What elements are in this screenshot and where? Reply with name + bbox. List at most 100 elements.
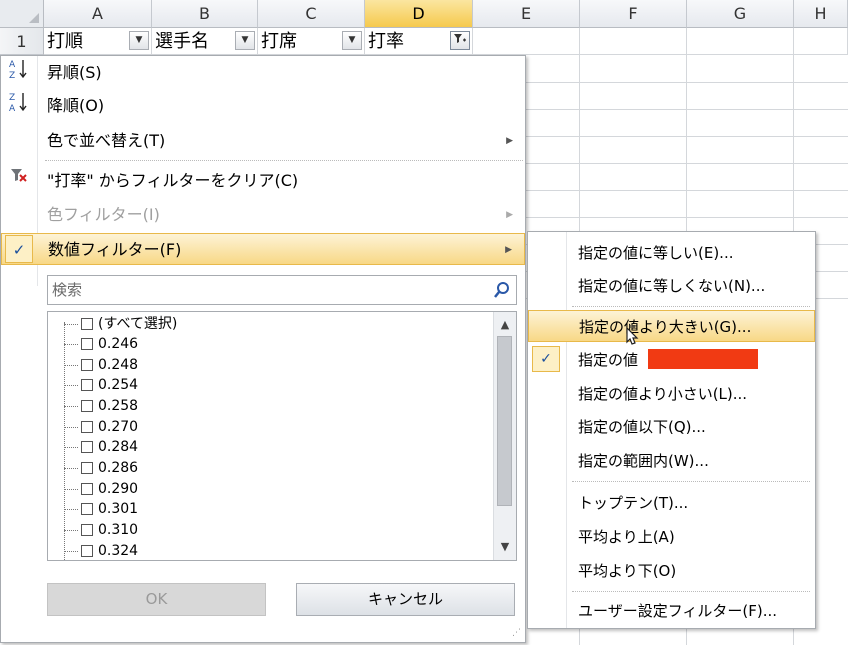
submenu-arrow-icon: ▶ (506, 136, 513, 146)
list-item[interactable]: 0.254 (64, 375, 138, 395)
svg-text:A: A (9, 104, 16, 114)
submenu-item-below-average[interactable]: 平均より下(O) (528, 555, 815, 587)
list-item-label: 0.270 (98, 419, 139, 435)
svg-text:A: A (9, 60, 16, 70)
submenu-item-above-average[interactable]: 平均より上(A) (528, 521, 815, 553)
checkbox[interactable] (81, 359, 93, 371)
submenu-item-greater-than[interactable]: 指定の値より大きい(G)... (528, 310, 815, 342)
cell-e1[interactable] (473, 28, 580, 55)
checkbox[interactable] (81, 421, 93, 433)
list-item-label: 0.301 (98, 501, 139, 517)
menu-item-number-filter[interactable]: ✓ 数値フィルター(F) ▶ (1, 233, 525, 265)
column-header-h[interactable]: H (794, 0, 848, 28)
list-item[interactable]: 0.290 (64, 479, 138, 499)
list-item[interactable]: 0.324 (64, 541, 139, 560)
scrollbar-thumb[interactable] (497, 336, 512, 506)
list-scrollbar[interactable]: ▲ ▼ (493, 312, 516, 560)
header-text-player-name: 選手名 (155, 31, 209, 52)
column-header-c[interactable]: C (258, 0, 365, 28)
mouse-cursor-icon (626, 324, 639, 345)
cell-g1[interactable] (687, 28, 794, 55)
list-item[interactable]: 0.301 (64, 499, 138, 519)
list-item-select-all[interactable]: (すべて選択) (64, 314, 177, 334)
row-header-1[interactable]: 1 (0, 28, 44, 55)
submenu-item-custom-filter[interactable]: ユーザー設定フィルター(F)... (528, 595, 815, 627)
list-item[interactable]: 0.270 (64, 417, 138, 437)
column-header-b[interactable]: B (152, 0, 258, 28)
submenu-item-not-equals[interactable]: 指定の値に等しくない(N)... (528, 270, 815, 302)
menu-item-sort-descending[interactable]: ZA 降順(O) (1, 90, 525, 122)
cell-f1[interactable] (580, 28, 687, 55)
cancel-button[interactable]: キャンセル (296, 583, 515, 616)
header-cell-d[interactable]: 打率 (365, 28, 473, 55)
menu-label: 色フィルター(I) (47, 205, 160, 224)
menu-separator (45, 160, 523, 161)
list-item[interactable]: 0.258 (64, 396, 138, 416)
list-item-label: 0.246 (98, 336, 139, 352)
filter-dropdown-a[interactable]: ▼ (129, 31, 149, 50)
menu-item-color-filter[interactable]: 色フィルター(I) ▶ (1, 199, 525, 231)
list-item-label: 0.324 (98, 543, 139, 559)
number-filter-submenu: 指定の値に等しい(E)... 指定の値に等しくない(N)... 指定の値より大き… (527, 231, 816, 629)
list-item-label: 0.310 (98, 522, 139, 538)
checkbox[interactable] (81, 524, 93, 536)
search-input[interactable]: 検索 (47, 275, 517, 305)
checkbox[interactable] (81, 483, 93, 495)
sort-descending-icon: ZA (5, 90, 33, 122)
menu-label: 降順(O) (47, 96, 105, 115)
scroll-down-icon[interactable]: ▼ (494, 536, 516, 558)
submenu-separator (572, 306, 810, 307)
header-cell-b[interactable]: 選手名 ▼ (152, 28, 258, 55)
checkbox[interactable] (81, 400, 93, 412)
menu-item-sort-by-color[interactable]: 色で並べ替え(T) ▶ (1, 125, 525, 157)
menu-item-sort-ascending[interactable]: AZ 昇順(S) (1, 57, 525, 89)
ok-button[interactable]: OK (47, 583, 266, 616)
list-item-label: 0.290 (98, 481, 139, 497)
list-item[interactable]: 0.310 (64, 520, 138, 540)
checkbox[interactable] (81, 441, 93, 453)
submenu-item-less-or-equal[interactable]: 指定の値以下(Q)... (528, 411, 815, 443)
checkbox[interactable] (81, 338, 93, 350)
list-item[interactable]: 0.284 (64, 437, 138, 457)
redaction-box (648, 349, 758, 369)
autofilter-menu: AZ 昇順(S) ZA 降順(O) 色で並べ替え(T) ▶ "打率" からフィル… (0, 55, 526, 643)
list-item-label: 0.284 (98, 439, 139, 455)
submenu-item-equals[interactable]: 指定の値に等しい(E)... (528, 237, 815, 269)
filter-active-icon[interactable] (450, 31, 470, 50)
cell-h1[interactable] (794, 28, 848, 55)
filter-dropdown-b[interactable]: ▼ (235, 31, 255, 50)
column-header-d[interactable]: D (365, 0, 473, 28)
filter-value-list[interactable]: (すべて選択) 0.246 0.248 0.254 0.258 0.270 0.… (47, 311, 517, 561)
column-header-g[interactable]: G (687, 0, 794, 28)
header-cell-a[interactable]: 打順 ▼ (44, 28, 152, 55)
checkbox[interactable] (81, 503, 93, 515)
checkbox[interactable] (81, 318, 93, 330)
column-header-f[interactable]: F (580, 0, 687, 28)
list-item[interactable]: 0.246 (64, 334, 138, 354)
resize-grip-icon[interactable]: ⋰ (512, 628, 521, 638)
header-text-plate-appearances: 打席 (261, 31, 297, 52)
checkmark-icon: ✓ (5, 235, 33, 263)
submenu-arrow-icon: ▶ (506, 210, 513, 220)
list-item[interactable]: 0.248 (64, 355, 138, 375)
list-item[interactable]: 0.286 (64, 458, 138, 478)
menu-label: 数値フィルター(F) (48, 240, 182, 259)
submenu-item-between[interactable]: 指定の範囲内(W)... (528, 445, 815, 477)
column-header-a[interactable]: A (44, 0, 152, 28)
svg-text:Z: Z (9, 93, 15, 103)
checkbox[interactable] (81, 545, 93, 557)
list-item-label: 0.258 (98, 398, 139, 414)
select-all-corner[interactable] (0, 0, 44, 28)
column-header-e[interactable]: E (473, 0, 580, 28)
search-icon[interactable] (493, 280, 511, 298)
checkbox[interactable] (81, 462, 93, 474)
filter-dropdown-c[interactable]: ▼ (342, 31, 362, 50)
submenu-item-top-ten[interactable]: トップテン(T)... (528, 487, 815, 519)
submenu-label: 指定の値 (578, 351, 639, 369)
submenu-item-less-than[interactable]: 指定の値より小さい(L)... (528, 378, 815, 410)
scroll-up-icon[interactable]: ▲ (494, 314, 516, 336)
menu-item-clear-filter[interactable]: "打率" からフィルターをクリア(C) (1, 165, 525, 197)
sort-ascending-icon: AZ (5, 57, 33, 89)
header-cell-c[interactable]: 打席 ▼ (258, 28, 365, 55)
checkbox[interactable] (81, 379, 93, 391)
